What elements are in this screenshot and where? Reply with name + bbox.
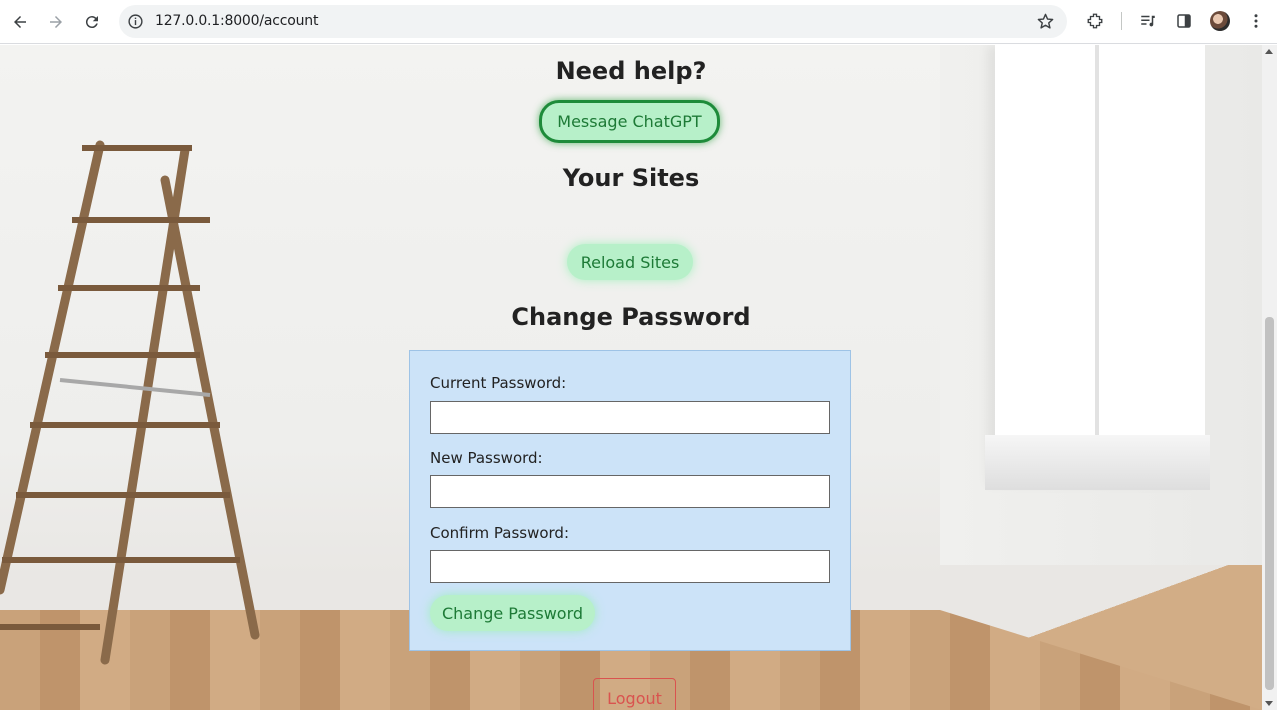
page-viewport: Need help? Message ChatGPT Your Sites Re… xyxy=(0,45,1262,710)
reload-sites-button[interactable]: Reload Sites xyxy=(567,244,693,280)
bookmark-star-icon[interactable] xyxy=(1036,12,1055,31)
back-icon[interactable] xyxy=(8,10,32,34)
profile-avatar[interactable] xyxy=(1210,11,1230,31)
new-password-label: New Password: xyxy=(430,449,543,467)
change-password-heading: Change Password xyxy=(511,303,751,331)
confirm-password-input[interactable] xyxy=(430,550,830,583)
background-window xyxy=(985,45,1210,490)
page-scrollbar[interactable] xyxy=(1262,45,1277,710)
help-heading: Need help? xyxy=(555,57,707,85)
change-password-submit-button[interactable]: Change Password xyxy=(430,595,595,631)
scroll-up-arrow-icon[interactable] xyxy=(1265,49,1273,54)
forward-icon[interactable] xyxy=(44,10,68,34)
background-ladder xyxy=(0,140,260,665)
side-panel-icon[interactable] xyxy=(1173,10,1195,32)
message-chatgpt-button[interactable]: Message ChatGPT xyxy=(539,100,720,143)
site-info-icon[interactable] xyxy=(127,13,144,30)
sites-heading: Your Sites xyxy=(562,164,700,192)
extensions-icon[interactable] xyxy=(1084,10,1106,32)
reload-icon[interactable] xyxy=(80,10,104,34)
address-bar[interactable]: 127.0.0.1:8000/account xyxy=(119,5,1067,38)
media-control-icon[interactable] xyxy=(1137,10,1159,32)
current-password-input[interactable] xyxy=(430,401,830,434)
current-password-label: Current Password: xyxy=(430,374,567,392)
scroll-down-arrow-icon[interactable] xyxy=(1265,701,1273,706)
toolbar-divider xyxy=(1121,12,1122,30)
scroll-thumb[interactable] xyxy=(1265,317,1274,690)
confirm-password-label: Confirm Password: xyxy=(430,524,570,542)
browser-toolbar: 127.0.0.1:8000/account xyxy=(0,0,1277,44)
new-password-input[interactable] xyxy=(430,475,830,508)
logout-button[interactable]: Logout xyxy=(593,678,676,710)
url-text[interactable]: 127.0.0.1:8000/account xyxy=(155,13,318,29)
change-password-form: Current Password: New Password: Confirm … xyxy=(409,350,851,651)
more-menu-icon[interactable] xyxy=(1245,10,1267,32)
